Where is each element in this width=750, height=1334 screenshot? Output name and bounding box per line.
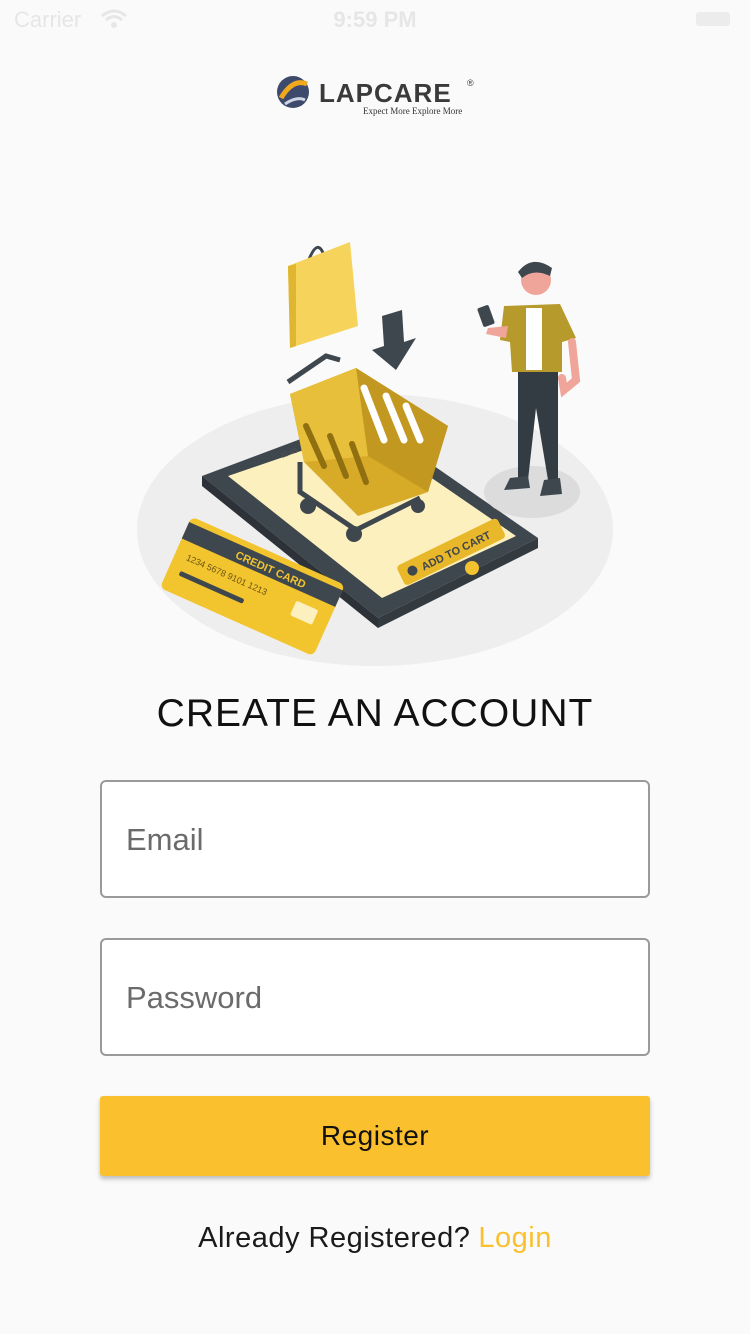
email-field[interactable] [100,780,650,898]
logo-mark-icon [277,76,309,108]
logo-registered-mark: ® [467,78,474,88]
password-field[interactable] [100,938,650,1056]
status-time: 9:59 PM [333,7,417,32]
page-title: CREATE AN ACCOUNT [156,692,594,735]
already-registered-text: Already Registered? [198,1222,471,1254]
register-button[interactable]: Register [100,1096,650,1176]
shopping-bag-graphic [288,242,358,348]
logo-tagline: Expect More Explore More [363,106,463,116]
login-prompt: Already Registered? Login [0,1222,750,1255]
login-link[interactable]: Login [478,1222,551,1254]
battery-icon [696,12,730,26]
status-bar: Carrier 9:59 PM [0,0,750,40]
person-graphic [477,261,581,518]
down-arrow-icon [372,310,416,370]
email-input[interactable] [124,782,628,898]
shopping-illustration: 11:45 ADD TO CART CREDIT CARD 1234 5678 … [137,242,613,666]
password-input[interactable] [124,940,628,1056]
brand-logo: LAPCARE ® Expect More Explore More [273,72,483,118]
logo-brand-text: LAPCARE [319,78,452,108]
